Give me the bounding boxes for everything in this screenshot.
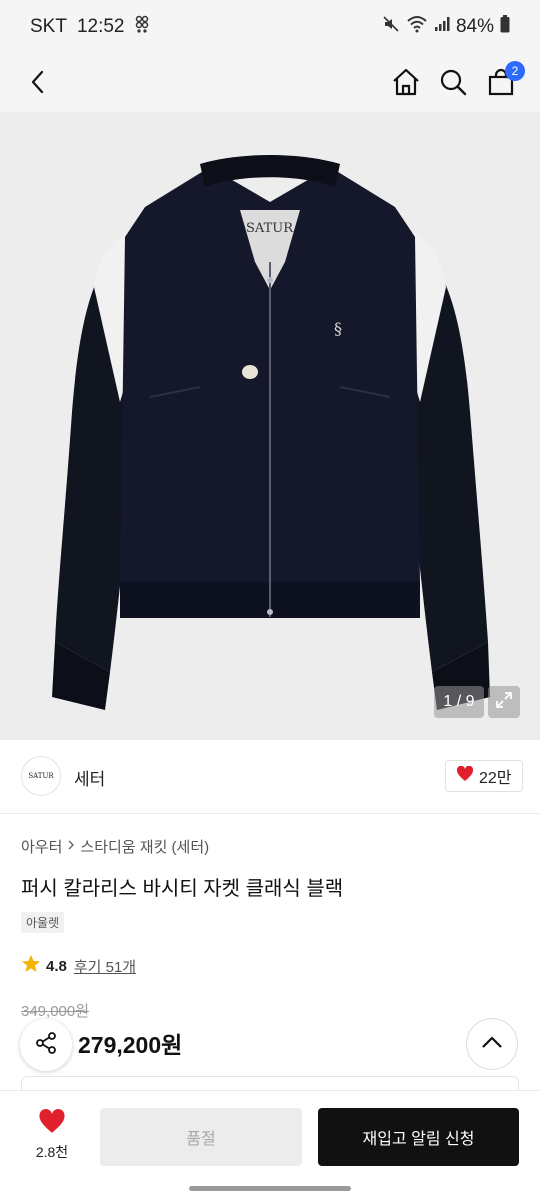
gesture-area: [0, 1176, 540, 1200]
battery-icon: [500, 15, 510, 39]
restock-alert-button[interactable]: 재입고 알림 신청: [318, 1108, 519, 1166]
breadcrumb-category[interactable]: 아우터: [21, 836, 62, 857]
brand-logo-text: SATUR: [28, 772, 54, 780]
status-right: 84%: [382, 15, 510, 39]
expand-button[interactable]: [488, 686, 520, 718]
back-arrow-icon: [28, 69, 48, 100]
bottom-bar: 2.8천 품절 재입고 알림 신청: [0, 1090, 540, 1176]
status-bar: SKT 12:52 84%: [0, 0, 540, 54]
status-left: SKT 12:52: [30, 15, 149, 39]
brand-logo[interactable]: SATUR: [21, 756, 61, 796]
battery-level: 84%: [455, 16, 494, 37]
rating-row: 4.8 후기 51개: [21, 954, 136, 978]
brand-like-count: 22만: [479, 770, 512, 787]
wishlist-count: 2.8천: [35, 1144, 69, 1160]
wishlist-button[interactable]: 2.8천: [22, 1109, 82, 1162]
outlet-tag: 아울렛: [21, 912, 65, 933]
home-button[interactable]: [386, 64, 426, 104]
share-button[interactable]: [20, 1019, 72, 1071]
mute-icon: [382, 15, 400, 39]
rating-value: 4.8: [46, 957, 67, 975]
brand-name[interactable]: 세터: [74, 765, 105, 790]
image-counter: 1 / 9: [434, 686, 484, 718]
breadcrumb-subcategory[interactable]: 스타디움 재킷 (세터): [80, 836, 209, 857]
heart-icon: [38, 1109, 66, 1138]
signal-icon: [434, 16, 450, 38]
home-icon: [391, 67, 421, 102]
review-link[interactable]: 후기 51개: [74, 956, 136, 977]
scroll-top-button[interactable]: [466, 1018, 518, 1070]
chevron-up-icon: [481, 1035, 503, 1054]
notification-icon: [135, 15, 149, 39]
original-price: 349,000원: [21, 1003, 90, 1020]
wifi-icon: [406, 15, 428, 39]
search-icon: [439, 68, 467, 101]
brand-like-button[interactable]: 22만: [445, 760, 523, 792]
star-icon: [21, 954, 41, 978]
product-image[interactable]: SATUR §: [0, 112, 540, 740]
chevron-right-icon: [66, 838, 76, 855]
back-button[interactable]: [18, 64, 58, 104]
carrier: SKT: [30, 16, 67, 37]
top-nav: 2: [0, 54, 540, 112]
home-gesture-bar[interactable]: [189, 1186, 351, 1191]
soldout-button: 품절: [100, 1108, 302, 1166]
sale-price: 279,200원: [78, 1032, 183, 1058]
breadcrumb: 아우터 스타디움 재킷 (세터): [21, 836, 209, 857]
search-button[interactable]: [433, 64, 473, 104]
clock: 12:52: [76, 16, 125, 37]
cart-button[interactable]: 2: [481, 61, 525, 104]
jacket-illustration: SATUR §: [52, 155, 490, 710]
brand-row: SATUR 세터 22만: [0, 740, 540, 814]
svg-text:SATUR: SATUR: [246, 221, 294, 236]
product-title: 퍼시 칼라리스 바시티 자켓 클래식 블랙: [21, 878, 344, 900]
expand-icon: [495, 691, 513, 714]
svg-text:§: §: [334, 319, 342, 338]
heart-icon: [456, 765, 474, 787]
share-icon: [34, 1031, 58, 1060]
cart-count-badge: 2: [505, 61, 525, 81]
